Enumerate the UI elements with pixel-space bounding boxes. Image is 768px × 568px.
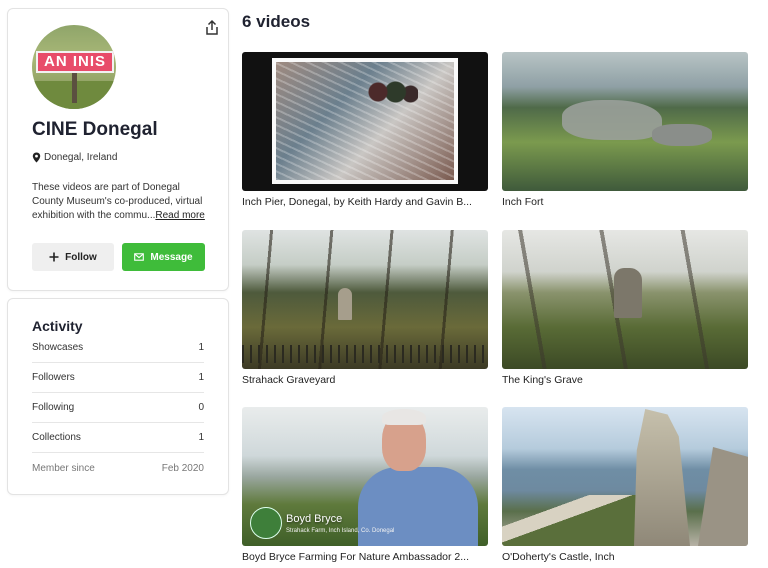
- thumbnail-castle-wall: [698, 447, 748, 546]
- envelope-icon: [134, 253, 145, 261]
- thumbnail-fort-ruin: [652, 124, 712, 146]
- thumbnail-frame: [272, 58, 458, 184]
- avatar-post: [72, 73, 77, 103]
- location: Donegal, Ireland: [32, 152, 117, 163]
- activity-label: Collections: [32, 432, 81, 443]
- read-more-link[interactable]: Read more: [155, 210, 204, 221]
- video-title[interactable]: The King's Grave: [502, 374, 748, 386]
- activity-title: Activity: [32, 318, 83, 334]
- video-thumbnail[interactable]: [502, 52, 748, 191]
- videos-heading: 6 videos: [242, 12, 311, 31]
- message-label: Message: [150, 251, 193, 263]
- avatar-sign: AN INIS: [36, 51, 114, 73]
- share-icon[interactable]: [203, 19, 221, 37]
- thumbnail-fort: [562, 100, 662, 140]
- activity-row-member-since: Member since Feb 2020: [32, 453, 204, 483]
- activity-row-collections[interactable]: Collections 1: [32, 423, 204, 453]
- activity-row-following[interactable]: Following 0: [32, 393, 204, 423]
- activity-value: 1: [198, 432, 204, 443]
- video-thumbnail[interactable]: [242, 230, 488, 369]
- thumbnail-people: [368, 80, 418, 120]
- bio: These videos are part of Donegal County …: [32, 181, 212, 223]
- video-card[interactable]: The King's Grave: [502, 230, 748, 386]
- video-thumbnail[interactable]: [502, 230, 748, 369]
- video-card[interactable]: O'Doherty's Castle, Inch: [502, 407, 748, 563]
- avatar: AN INIS: [32, 25, 116, 109]
- thumbnail-photo: [276, 62, 454, 180]
- video-title[interactable]: Inch Fort: [502, 196, 748, 208]
- video-card[interactable]: Inch Fort: [502, 52, 748, 208]
- profile-name: CINE Donegal: [32, 119, 158, 140]
- activity-row-showcases[interactable]: Showcases 1: [32, 333, 204, 363]
- thumbnail-standing-stone: [614, 268, 642, 318]
- thumbnail-caption-sub: Strahack Farm, Inch Island, Co. Donegal: [286, 528, 395, 534]
- plus-icon: [49, 252, 59, 262]
- profile-card: AN INIS CINE Donegal Donegal, Ireland Th…: [7, 8, 229, 291]
- follow-button[interactable]: Follow: [32, 243, 114, 271]
- activity-label: Showcases: [32, 342, 84, 353]
- video-thumbnail[interactable]: Boyd Bryce Strahack Farm, Inch Island, C…: [242, 407, 488, 546]
- video-title[interactable]: Strahack Graveyard: [242, 374, 488, 386]
- video-title[interactable]: O'Doherty's Castle, Inch: [502, 551, 748, 563]
- video-title[interactable]: Inch Pier, Donegal, by Keith Hardy and G…: [242, 196, 488, 208]
- thumbnail-castle-ruin: [634, 409, 690, 546]
- video-thumbnail[interactable]: [242, 52, 488, 191]
- farming-for-nature-logo-icon: [250, 507, 282, 539]
- thumbnail-person-hair: [382, 409, 426, 425]
- video-card[interactable]: Strahack Graveyard: [242, 230, 488, 386]
- video-thumbnail[interactable]: [502, 407, 748, 546]
- thumbnail-fence: [242, 345, 488, 363]
- activity-card: Activity Showcases 1 Followers 1 Followi…: [7, 298, 229, 495]
- activity-row-followers[interactable]: Followers 1: [32, 363, 204, 393]
- activity-value: 1: [198, 372, 204, 383]
- follow-label: Follow: [65, 251, 97, 263]
- activity-value: 0: [198, 402, 204, 413]
- thumbnail-person-shirt: [358, 467, 478, 546]
- activity-value: 1: [198, 342, 204, 353]
- activity-label: Member since: [32, 462, 95, 474]
- activity-label: Following: [32, 402, 75, 413]
- activity-label: Followers: [32, 372, 75, 383]
- location-pin-icon: [32, 152, 41, 163]
- video-card[interactable]: Boyd Bryce Strahack Farm, Inch Island, C…: [242, 407, 488, 563]
- location-text: Donegal, Ireland: [44, 152, 118, 163]
- video-title[interactable]: Boyd Bryce Farming For Nature Ambassador…: [242, 551, 488, 563]
- activity-value: Feb 2020: [161, 462, 204, 474]
- thumbnail-caption-name: Boyd Bryce: [286, 513, 343, 525]
- thumbnail-gravestone: [338, 288, 352, 320]
- message-button[interactable]: Message: [122, 243, 205, 271]
- thumbnail-shore: [502, 495, 652, 546]
- video-card[interactable]: Inch Pier, Donegal, by Keith Hardy and G…: [242, 52, 488, 208]
